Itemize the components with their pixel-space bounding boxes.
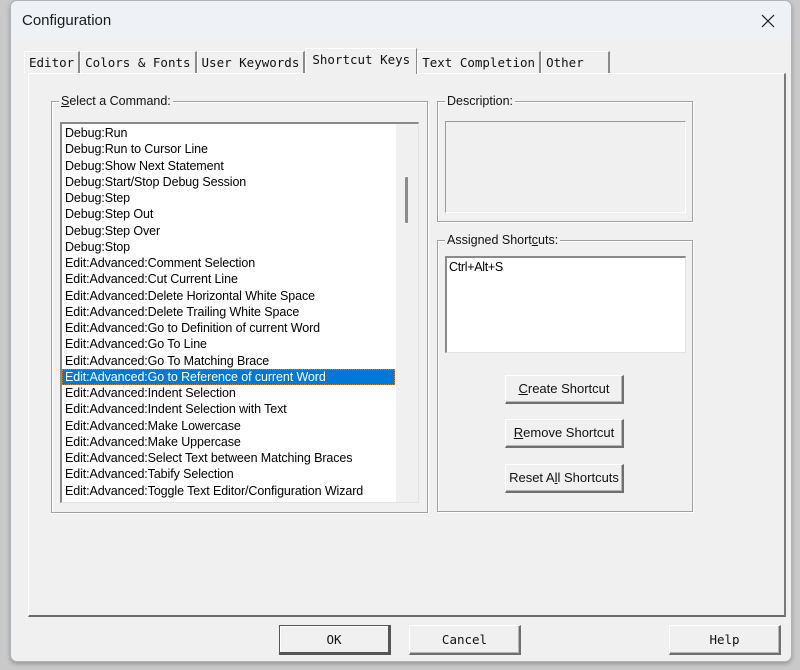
tab-user-keywords[interactable]: User Keywords — [196, 51, 306, 73]
select-command-label: Select a Command: — [59, 94, 173, 108]
command-list-item-selected[interactable]: Edit:Advanced:Go to Reference of current… — [62, 368, 395, 385]
access-key: R — [513, 425, 524, 440]
command-list-item[interactable]: Edit:Advanced:Cut Current Line — [62, 271, 395, 287]
scrollbar-thumb[interactable] — [405, 177, 408, 223]
description-group: Description: — [437, 94, 693, 222]
button-label: Reset A — [509, 470, 555, 485]
configuration-dialog: Configuration Editor Colors & Fonts User… — [10, 0, 792, 662]
assigned-shortcuts-listbox[interactable]: Ctrl+Alt+S — [445, 256, 686, 353]
command-list-item[interactable]: Debug:Stop — [62, 239, 395, 255]
command-list-item[interactable]: Debug:Start/Stop Debug Session — [62, 174, 395, 190]
command-list-item[interactable]: Edit:Advanced:Select Text between Matchi… — [62, 450, 395, 466]
tab-editor[interactable]: Editor — [24, 51, 81, 73]
command-listbox[interactable]: Debug:Run Debug:Run to Cursor Line Debug:S… — [60, 122, 419, 503]
label-text: elect a Command: — [69, 94, 171, 108]
command-list-item[interactable]: Edit:Advanced:Comment Selection — [62, 255, 395, 271]
label-text: uts: — [538, 233, 559, 247]
assigned-shortcuts-group: Assigned Shortcuts: Ctrl+Alt+S Create Sh… — [437, 233, 693, 512]
create-shortcut-button[interactable]: Create Shortcut — [505, 375, 624, 404]
button-label: emove Shortcut — [523, 425, 615, 440]
command-list-item[interactable]: Edit:Advanced:Tabify Selection — [62, 466, 395, 482]
shortcut-item[interactable]: Ctrl+Alt+S — [447, 258, 685, 274]
command-list-item[interactable]: Edit:Advanced:Go to Definition of curren… — [62, 320, 395, 336]
command-list-item[interactable]: Debug:Run — [62, 125, 395, 141]
description-text — [445, 121, 686, 213]
close-icon — [761, 14, 775, 28]
reset-all-shortcuts-button[interactable]: Reset All Shortcuts — [505, 464, 624, 493]
command-list-scrollbar[interactable] — [396, 124, 418, 502]
tab-shortcut-keys[interactable]: Shortcut Keys — [305, 48, 418, 74]
access-key: C — [518, 381, 528, 396]
tab-other[interactable]: Other — [541, 51, 610, 73]
tab-strip: Editor Colors & Fonts User Keywords Shor… — [24, 48, 610, 74]
command-list-items: Debug:Run Debug:Run to Cursor Line Debug:S… — [62, 125, 395, 499]
command-list-item[interactable]: Edit:Advanced:Indent Selection with Text — [62, 401, 395, 417]
command-list-item[interactable]: Debug:Show Next Statement — [62, 158, 395, 174]
command-list-item[interactable]: Debug:Step Out — [62, 206, 395, 222]
command-list-item[interactable]: Edit:Advanced:Go To Line — [62, 336, 395, 352]
title-bar: Configuration — [11, 1, 791, 41]
command-list-item[interactable]: Edit:Advanced:Go To Matching Brace — [62, 353, 395, 369]
ok-button[interactable]: OK — [279, 625, 391, 655]
help-button[interactable]: Help — [669, 625, 781, 655]
tab-text-completion[interactable]: Text Completion — [417, 51, 542, 73]
select-command-group: Select a Command: Debug:Run Debug:Run to … — [51, 94, 428, 513]
close-button[interactable] — [745, 1, 791, 41]
button-label: l Shortcuts — [557, 470, 619, 485]
shortcut-keys-panel: Select a Command: Debug:Run Debug:Run to … — [28, 73, 786, 617]
cancel-button[interactable]: Cancel — [409, 625, 521, 655]
command-list-item[interactable]: Edit:Advanced:Toggle Text Editor/Configu… — [62, 483, 395, 499]
dialog-title: Configuration — [22, 12, 112, 29]
command-list-item[interactable]: Edit:Advanced:Delete Horizontal White Sp… — [62, 288, 395, 304]
command-list-item[interactable]: Debug:Step Over — [62, 223, 395, 239]
command-list-item[interactable]: Debug:Run to Cursor Line — [62, 141, 395, 157]
button-label: reate Shortcut — [527, 381, 610, 396]
command-list-item[interactable]: Edit:Advanced:Make Uppercase — [62, 434, 395, 450]
remove-shortcut-button[interactable]: Remove Shortcut — [505, 419, 624, 448]
assigned-shortcuts-label: Assigned Shortcuts: — [445, 233, 561, 247]
command-list-item[interactable]: Edit:Advanced:Delete Trailing White Spac… — [62, 304, 395, 320]
command-list-item[interactable]: Edit:Advanced:Indent Selection — [62, 385, 395, 401]
tab-colors-fonts[interactable]: Colors & Fonts — [80, 51, 197, 73]
command-list-item[interactable]: Edit:Advanced:Make Lowercase — [62, 418, 395, 434]
command-list-item[interactable]: Debug:Step — [62, 190, 395, 206]
description-label: Description: — [445, 94, 515, 108]
label-text: Assigned Short — [447, 233, 532, 247]
